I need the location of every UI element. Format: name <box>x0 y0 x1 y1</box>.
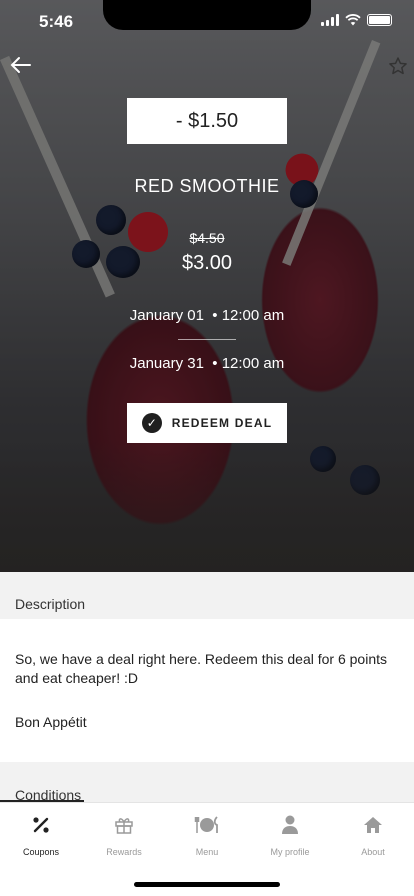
tab-my-profile[interactable]: My profile <box>249 813 331 857</box>
status-icons <box>321 14 392 26</box>
favorite-star-icon[interactable] <box>388 56 410 78</box>
redeem-deal-button[interactable]: ✓ REDEEM DEAL <box>127 403 287 443</box>
wifi-icon <box>345 14 361 26</box>
description-heading: Description <box>0 572 414 619</box>
device-notch <box>103 0 311 30</box>
check-circle-icon: ✓ <box>141 413 162 433</box>
description-signoff: Bon Appétit <box>15 714 87 730</box>
tab-coupons[interactable]: Coupons <box>0 813 82 857</box>
tab-menu[interactable]: Menu <box>166 813 248 857</box>
redeem-deal-label: REDEEM DEAL <box>171 416 273 430</box>
description-heading-text: Description <box>15 596 86 612</box>
original-price: $4.50 <box>189 230 225 246</box>
deal-title: RED SMOOTHIE <box>134 176 280 196</box>
battery-icon <box>367 14 392 26</box>
date-divider <box>178 339 236 340</box>
tab-coupons-label: Coupons <box>22 847 60 857</box>
cutlery-icon <box>166 813 248 837</box>
hero-image <box>0 0 414 572</box>
signal-icon <box>321 14 339 26</box>
tab-about-label: About <box>361 847 385 857</box>
description-text: So, we have a deal right here. Redeem th… <box>15 651 387 686</box>
start-date: January 01 • 12:00 am <box>129 307 285 324</box>
tab-rewards[interactable]: Rewards <box>83 813 165 857</box>
discount-badge: - $1.50 <box>127 98 287 144</box>
user-icon <box>249 813 331 837</box>
gift-icon <box>83 813 165 837</box>
status-bar: 5:46 <box>0 0 414 44</box>
conditions-heading[interactable]: Conditions <box>0 762 414 803</box>
deal-price: $3.00 <box>181 252 233 274</box>
end-date: January 31 • 12:00 am <box>129 355 285 372</box>
status-time: 5:46 <box>39 12 74 31</box>
percent-icon <box>0 813 82 837</box>
tab-rewards-label: Rewards <box>106 847 142 857</box>
home-indicator <box>134 882 280 887</box>
tab-about[interactable]: About <box>332 813 414 857</box>
hero-overlay <box>0 0 414 572</box>
tab-menu-label: Menu <box>195 847 219 857</box>
home-icon <box>332 813 414 837</box>
tab-my-profile-label: My profile <box>270 847 310 857</box>
back-arrow-icon[interactable] <box>10 56 34 78</box>
